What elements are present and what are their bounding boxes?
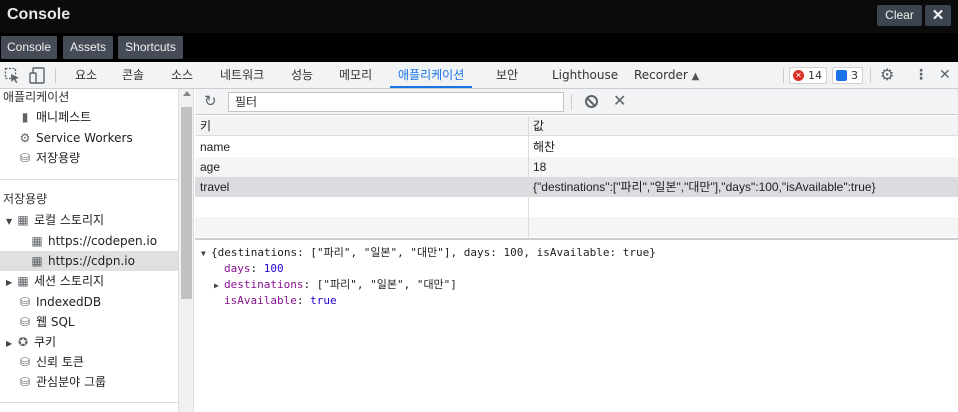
preview-days: days: 100 [224,262,284,275]
collapsed-arrow-icon[interactable]: ▶ [6,334,16,354]
tab-recorder[interactable]: Recorder ▲ [634,62,699,88]
table-row[interactable]: age 18 [195,157,958,177]
view-tab-bar: Console Assets Shortcuts [0,33,958,62]
grid-icon: ▦ [17,274,29,288]
grid-icon: ▦ [31,234,43,248]
preview-summary[interactable]: ▼ {destinations: ["파리", "일본", "대만"], days… [201,245,656,262]
error-icon: ✕ [793,70,804,81]
gear-icon[interactable]: ⚙ [880,66,894,84]
error-count: 14 [808,69,822,82]
sidebar-item-codepen[interactable]: ▦ https://codepen.io [30,231,178,251]
sidebar-item-storage[interactable]: ⛁ 저장용량 [18,148,80,168]
database-icon: ⛁ [19,315,31,329]
sidebar-section-application: 애플리케이션 [3,90,70,104]
cookie-icon: ✪ [17,335,29,349]
sidebar-item-interest-groups[interactable]: ⛁ 관심분야 그룹 [18,372,106,392]
app-title: Console [7,6,71,23]
panel-divider[interactable] [195,238,958,240]
clear-button[interactable]: Clear [877,5,922,26]
error-badge[interactable]: ✕ 14 [789,67,827,84]
expand-arrow-icon[interactable]: ▼ [201,246,211,262]
database-icon: ⛁ [19,375,31,389]
sidebar-item-service-workers[interactable]: ⚙ Service Workers [18,128,133,148]
toolbar-divider [571,94,572,110]
row-value: 해찬 [533,140,556,154]
sidebar-item-session-storage[interactable]: ▶ ▦ 세션 스토리지 [6,271,104,291]
header-key[interactable]: 키 [200,116,211,136]
scrollbar-thumb[interactable] [181,107,192,299]
tab-performance[interactable]: 성능 [291,62,313,88]
sidebar-divider [0,179,178,180]
sidebar-scrollbar[interactable] [178,89,194,412]
preview-destinations[interactable]: ▶ destinations: ["파리", "일본", "대만"] [214,277,457,294]
header-value[interactable]: 값 [533,116,544,136]
application-sidebar: 애플리케이션 ▮ 매니페스트 ⚙ Service Workers ⛁ 저장용량 저장용… [0,89,178,412]
file-icon: ▮ [21,110,29,124]
flask-icon: ▲ [691,71,700,82]
inspect-element-icon[interactable] [4,67,22,84]
database-icon: ⛁ [19,151,31,165]
filter-input[interactable] [228,92,564,112]
value-preview: ▼ {destinations: ["파리", "일본", "대만"], days… [195,241,958,412]
sidebar-section-storage: 저장용량 [3,192,48,206]
toolbar-divider [783,68,784,83]
sidebar-divider [0,402,178,403]
table-row-empty [195,217,958,237]
delete-selected-icon[interactable]: ✕ [613,92,626,110]
tab-console-devtools[interactable]: 콘솔 [122,62,144,88]
scroll-up-arrow-icon[interactable] [183,91,191,96]
toolbar-divider [55,68,56,83]
storage-toolbar: ↻ ✕ [195,89,958,115]
close-button[interactable]: ✕ [925,5,951,26]
tab-recorder-label: Recorder [634,68,688,82]
expand-arrow-icon[interactable]: ▼ [6,212,16,232]
gear-icon: ⚙ [19,131,31,145]
devtools-tab-bar: 요소 콘솔 소스 네트워크 성능 메모리 애플리케이션 보안 Lighthous… [0,62,958,89]
info-count: 3 [851,69,858,82]
device-toolbar-icon[interactable] [29,67,47,84]
table-row[interactable]: name 해찬 [195,137,958,157]
sidebar-item-local-storage[interactable]: ▼ ▦ 로컬 스토리지 [6,210,104,230]
tab-sources[interactable]: 소스 [171,62,193,88]
tab-memory[interactable]: 메모리 [339,62,372,88]
sidebar-item-websql[interactable]: ⛁ 웹 SQL [18,312,75,332]
table-header: 키 값 [195,116,958,136]
grid-icon: ▦ [17,213,29,227]
sidebar-item-indexeddb[interactable]: ⛁ IndexedDB [18,292,101,312]
tab-elements[interactable]: 요소 [75,62,97,88]
sidebar-item-manifest[interactable]: ▮ 매니페스트 [18,107,92,127]
title-bar: Console Clear ✕ [0,0,958,33]
clear-all-icon[interactable] [585,95,598,108]
refresh-icon[interactable]: ↻ [204,93,217,109]
toolbar-divider [870,68,871,83]
tab-console[interactable]: Console [1,36,57,59]
tab-assets[interactable]: Assets [63,36,113,59]
grid-icon: ▦ [31,254,43,268]
tab-shortcuts[interactable]: Shortcuts [118,36,183,59]
row-value: {"destinations":["파리","일본","대만"],"days":… [533,180,876,194]
tab-lighthouse[interactable]: Lighthouse [552,62,618,88]
row-value: 18 [533,160,547,174]
column-divider[interactable] [528,116,529,238]
table-row-empty [195,197,958,217]
row-key: travel [200,180,230,194]
message-icon [836,70,847,81]
row-key: age [200,160,221,174]
sidebar-item-cdpn[interactable]: ▦ https://cdpn.io [0,251,178,271]
table-row-selected[interactable]: travel {"destinations":["파리","일본","대만"],… [195,177,958,197]
database-icon: ⛁ [19,355,31,369]
tab-network[interactable]: 네트워크 [220,62,264,88]
row-key: name [200,140,231,154]
more-options-icon[interactable]: ⋮ [914,66,928,84]
sidebar-item-cookies[interactable]: ▶ ✪ 쿠키 [6,332,56,352]
tab-security[interactable]: 보안 [496,62,518,88]
preview-is-available: isAvailable: true [224,294,337,307]
collapsed-arrow-icon[interactable]: ▶ [6,273,16,293]
collapsed-arrow-icon[interactable]: ▶ [214,278,224,294]
info-badge[interactable]: 3 [832,67,863,84]
tab-application[interactable]: 애플리케이션 [390,62,473,88]
database-icon: ⛁ [19,295,31,309]
close-devtools-icon[interactable]: ✕ [939,66,951,84]
sidebar-item-trust-tokens[interactable]: ⛁ 신뢰 토큰 [18,352,84,372]
